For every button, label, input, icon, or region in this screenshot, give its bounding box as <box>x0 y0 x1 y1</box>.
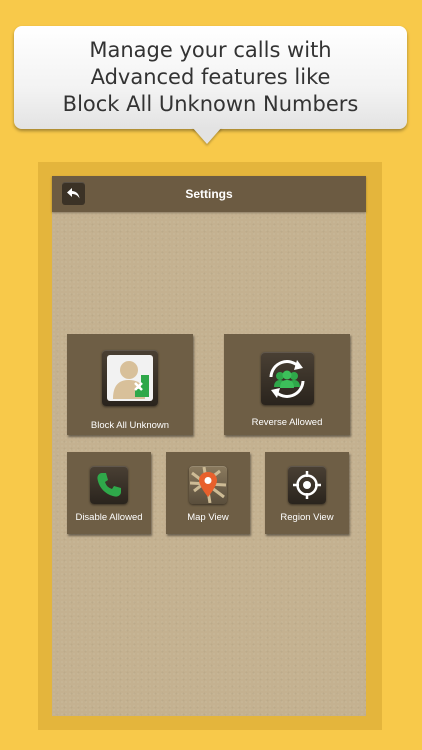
tile-label: Block All Unknown <box>90 420 170 431</box>
phone-icon <box>97 473 121 497</box>
person-block-icon <box>107 355 153 401</box>
promo-callout: Manage your calls with Advanced features… <box>14 26 407 129</box>
tile-reverse-allowed[interactable]: Reverse Allowed <box>224 334 350 435</box>
crosshair-icon <box>293 471 321 499</box>
tile-map-view[interactable]: Map View <box>166 452 250 534</box>
tile-region-view[interactable]: Region View <box>265 452 349 534</box>
tile-disable-allowed[interactable]: Disable Allowed <box>67 452 151 534</box>
tile-block-all-unknown[interactable]: Block All Unknown <box>67 334 193 435</box>
tile-label: Region View <box>280 512 334 523</box>
reverse-group-icon <box>269 359 305 398</box>
map-pin-icon <box>190 467 226 503</box>
tile-label: Disable Allowed <box>75 512 143 523</box>
app-screen: Settings Block All Unknown Reverse Allow… <box>52 176 366 716</box>
promo-line-1: Manage your calls with <box>89 38 332 62</box>
navbar: Settings <box>52 176 366 212</box>
tile-label: Reverse Allowed <box>251 417 323 428</box>
promo-line-2: Advanced features like <box>90 65 331 89</box>
tile-label: Map View <box>187 512 229 523</box>
callout-tail <box>192 127 222 144</box>
page-title: Settings <box>185 187 233 201</box>
promo-line-3: Block All Unknown Numbers <box>62 92 359 116</box>
